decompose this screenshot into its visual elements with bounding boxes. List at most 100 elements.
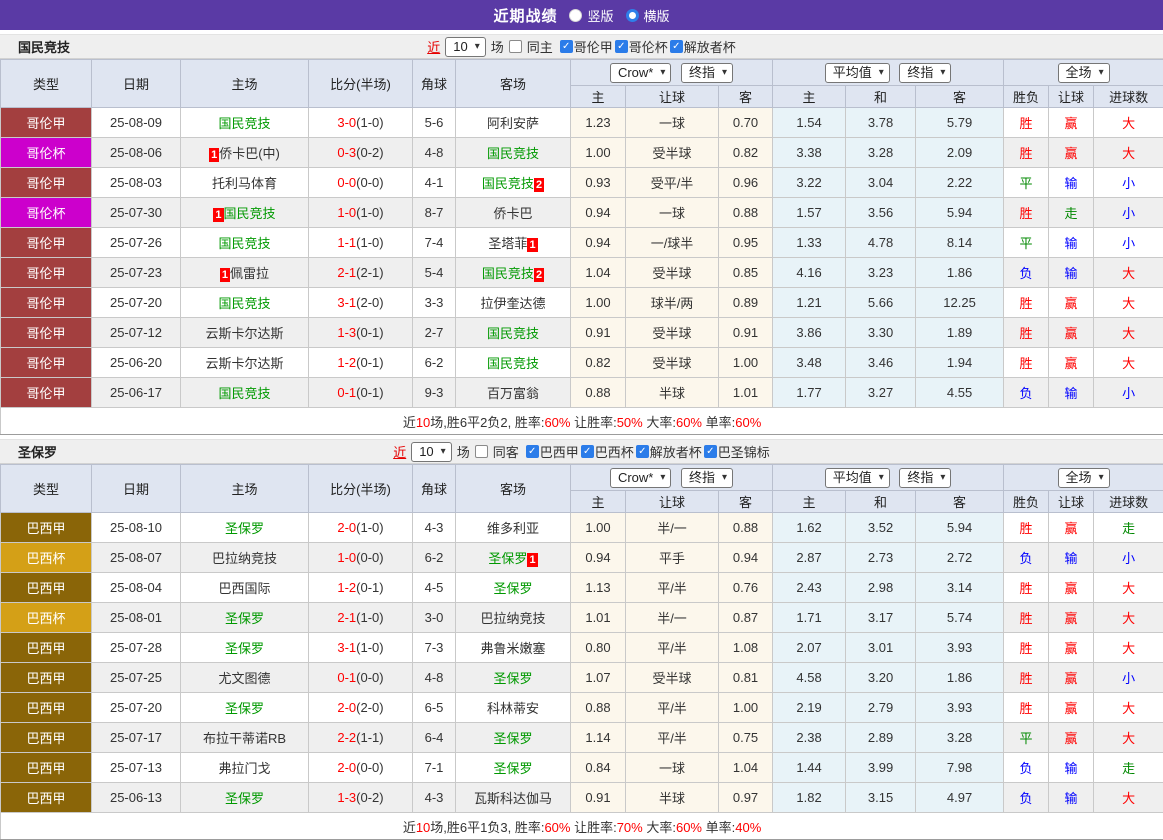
odds-time-select[interactable]: 终指▾ [681,63,733,83]
checkbox-checked-icon[interactable]: ✓ [526,445,539,458]
team-name-text: 圣塔菲 [488,236,527,251]
summary-text: 场,胜6平2负2, 胜率: [430,415,544,430]
result-goals-cell: 小 [1094,198,1163,228]
fulltime-score: 3-1 [337,295,356,310]
match-row: 哥伦甲25-06-17国民竞技0-1(0-1)9-3百万富翁0.88半球1.01… [1,378,1163,408]
col-result-wl: 胜负 [1004,86,1049,108]
competition-filter[interactable]: ✓巴西杯 [581,442,634,461]
result-handicap-cell: 输 [1049,378,1094,408]
scope-dropdown-cell: 全场▾ [1004,60,1163,86]
result-handicap-cell: 走 [1049,198,1094,228]
odds-company-select[interactable]: Crow*▾ [610,468,671,488]
odds-away-cell: 0.76 [719,573,773,603]
match-row: 哥伦甲25-07-12云斯卡尔达斯1-3(0-1)2-7国民竞技0.91受半球0… [1,318,1163,348]
team-name-text: 侨卡巴(中) [219,146,280,161]
competition-filter[interactable]: ✓哥伦杯 [615,37,668,56]
scope-select[interactable]: 全场▾ [1058,63,1110,83]
away-team-cell: 巴拉纳竞技 [456,603,571,633]
avg-away-cell: 12.25 [916,288,1004,318]
odds-away-cell: 0.96 [719,168,773,198]
handicap-cell: 球半/两 [626,288,719,318]
result-handicap-cell: 赢 [1049,633,1094,663]
summary-text: 大率: [643,820,676,835]
chevron-down-icon: ▾ [722,470,727,486]
col-home: 主场 [181,465,309,513]
col-away: 客场 [456,465,571,513]
competition-filter[interactable]: ✓解放者杯 [670,37,736,56]
avg-source-select[interactable]: 平均值▾ [825,63,890,83]
competition-filter[interactable]: ✓巴圣锦标 [704,442,770,461]
odds-home-cell: 1.01 [571,603,626,633]
competition-filter[interactable]: ✓哥伦甲 [560,37,613,56]
summary-text: 单率: [702,820,735,835]
corners-cell: 8-7 [413,198,456,228]
scope-value: 全场 [1066,65,1092,81]
halftime-score: (0-0) [356,550,383,565]
avg-source-select[interactable]: 平均值▾ [825,468,890,488]
result-goals-cell: 大 [1094,573,1163,603]
recent-count-select[interactable]: 10 ▾ [411,442,452,462]
fulltime-score: 1-0 [337,550,356,565]
avg-time-select[interactable]: 终指▾ [899,63,951,83]
layout-radio-horizontal[interactable]: 横版 [626,6,670,25]
checkbox-checked-icon[interactable]: ✓ [581,445,594,458]
competition-filter-label: 巴圣锦标 [718,442,770,461]
home-team-cell: 布拉干蒂诺RB [181,723,309,753]
avg-home-cell: 3.86 [773,318,846,348]
home-team-cell: 国民竞技 [181,288,309,318]
checkbox-checked-icon[interactable]: ✓ [670,40,683,53]
result-winlose-cell: 负 [1004,783,1049,813]
date-cell: 25-07-30 [92,198,181,228]
odds-home-cell: 1.00 [571,513,626,543]
match-row: 哥伦甲25-08-03托利马体育0-0(0-0)4-1国民竞技20.93受平/半… [1,168,1163,198]
team-name-text: 云斯卡尔达斯 [205,356,283,371]
result-handicap-cell: 输 [1049,753,1094,783]
summary-stat-value: 40% [735,820,761,835]
recent-count-select[interactable]: 10 ▾ [445,37,486,57]
summary-stat-value: 60% [544,820,570,835]
team-name-text: 圣保罗 [493,761,532,776]
match-row: 巴西杯25-08-07巴拉纳竞技1-0(0-0)6-2圣保罗10.94平手0.9… [1,543,1163,573]
team-name-text: 科林蒂安 [487,701,539,716]
avg-draw-cell: 3.52 [846,513,916,543]
competition-cell: 哥伦甲 [1,378,92,408]
score-cell: 1-0(0-0) [309,543,413,573]
scope-select[interactable]: 全场▾ [1058,468,1110,488]
avg-home-cell: 2.43 [773,573,846,603]
col-result-handicap: 让球 [1049,491,1094,513]
competition-filter[interactable]: ✓解放者杯 [636,442,702,461]
checkbox-checked-icon[interactable]: ✓ [704,445,717,458]
avg-home-cell: 1.21 [773,288,846,318]
competition-filter[interactable]: ✓巴西甲 [526,442,579,461]
match-row: 巴西甲25-07-20圣保罗2-0(2-0)6-5科林蒂安0.88平/半1.00… [1,693,1163,723]
checkbox-checked-icon[interactable]: ✓ [560,40,573,53]
result-goals-cell: 小 [1094,228,1163,258]
score-cell: 2-2(1-1) [309,723,413,753]
recent-link[interactable]: 近 [393,442,406,461]
date-cell: 25-06-20 [92,348,181,378]
section-header: 圣保罗 近 10 ▾ 场 同客 ✓巴西甲✓巴西杯✓解放者杯✓巴圣锦标 [0,439,1163,464]
layout-radio-vertical[interactable]: 竖版 [569,6,613,25]
checkbox-checked-icon[interactable]: ✓ [636,445,649,458]
corners-cell: 4-3 [413,783,456,813]
avg-home-cell: 1.77 [773,378,846,408]
avg-dropdown-cell: 平均值▾ 终指▾ [773,465,1004,491]
recent-link[interactable]: 近 [427,37,440,56]
handicap-cell: 一/球半 [626,228,719,258]
page-title: 近期战绩 [493,5,557,26]
match-row: 巴西甲25-07-25尤文图德0-1(0-0)4-8圣保罗1.07受半球0.81… [1,663,1163,693]
same-venue-checkbox[interactable] [475,445,488,458]
avg-home-cell: 2.07 [773,633,846,663]
avg-away-cell: 1.94 [916,348,1004,378]
avg-time-select[interactable]: 终指▾ [899,468,951,488]
handicap-cell: 平/半 [626,573,719,603]
same-venue-checkbox[interactable] [509,40,522,53]
col-avg-draw: 和 [846,86,916,108]
odds-company-select[interactable]: Crow*▾ [610,63,671,83]
corners-cell: 5-4 [413,258,456,288]
checkbox-checked-icon[interactable]: ✓ [615,40,628,53]
match-row: 巴西甲25-07-28圣保罗3-1(1-0)7-3弗鲁米嫩塞0.80平/半1.0… [1,633,1163,663]
odds-time-select[interactable]: 终指▾ [681,468,733,488]
odds-time-value: 终指 [689,65,715,81]
match-row: 哥伦甲25-07-26国民竞技1-1(1-0)7-4圣塔菲10.94一/球半0.… [1,228,1163,258]
